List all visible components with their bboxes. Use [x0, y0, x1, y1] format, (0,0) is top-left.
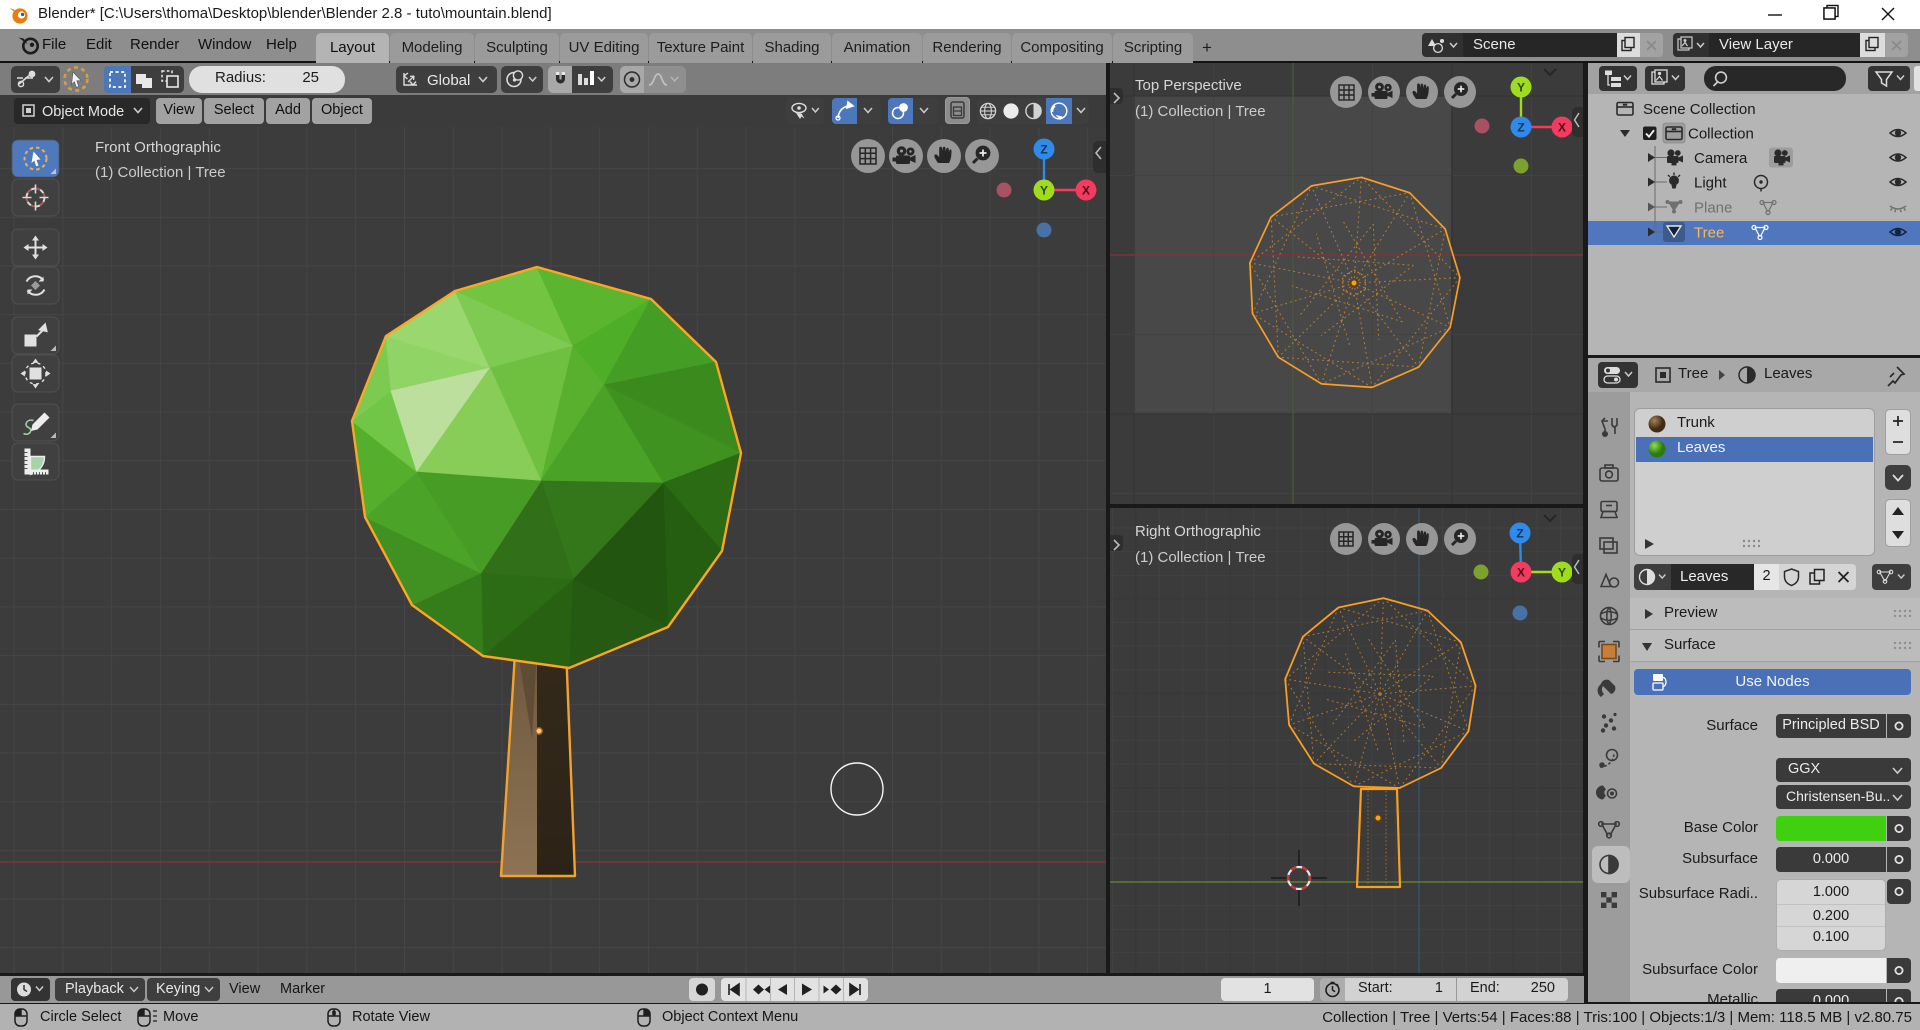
svg-text:Light: Light: [1694, 175, 1727, 192]
svg-text:Top Perspective: Top Perspective: [1135, 77, 1242, 94]
svg-text:Z: Z: [1516, 527, 1523, 541]
svg-text:Camera: Camera: [1694, 150, 1748, 167]
svg-text:Y: Y: [1558, 566, 1566, 580]
svg-text:X: X: [1082, 184, 1090, 198]
svg-text:Z: Z: [1517, 121, 1524, 135]
svg-text:Z: Z: [1040, 143, 1047, 157]
svg-text:Y: Y: [1517, 81, 1525, 95]
svg-text:Scene Collection: Scene Collection: [1643, 101, 1756, 118]
svg-text:Right Orthographic: Right Orthographic: [1135, 523, 1261, 540]
svg-text:Y: Y: [1040, 184, 1048, 198]
svg-text:(1) Collection | Tree: (1) Collection | Tree: [1135, 103, 1266, 120]
svg-text:Collection: Collection: [1688, 126, 1754, 143]
svg-text:Tree: Tree: [1694, 225, 1724, 242]
svg-text:(1) Collection | Tree: (1) Collection | Tree: [1135, 549, 1266, 566]
svg-text:X: X: [1517, 566, 1525, 580]
svg-text:(1) Collection | Tree: (1) Collection | Tree: [95, 164, 226, 181]
svg-text:Object Mode: Object Mode: [42, 104, 124, 120]
svg-text:Front Orthographic: Front Orthographic: [95, 139, 221, 156]
svg-text:Global: Global: [427, 72, 470, 89]
svg-text:Plane: Plane: [1694, 200, 1732, 217]
svg-text:X: X: [1558, 121, 1566, 135]
